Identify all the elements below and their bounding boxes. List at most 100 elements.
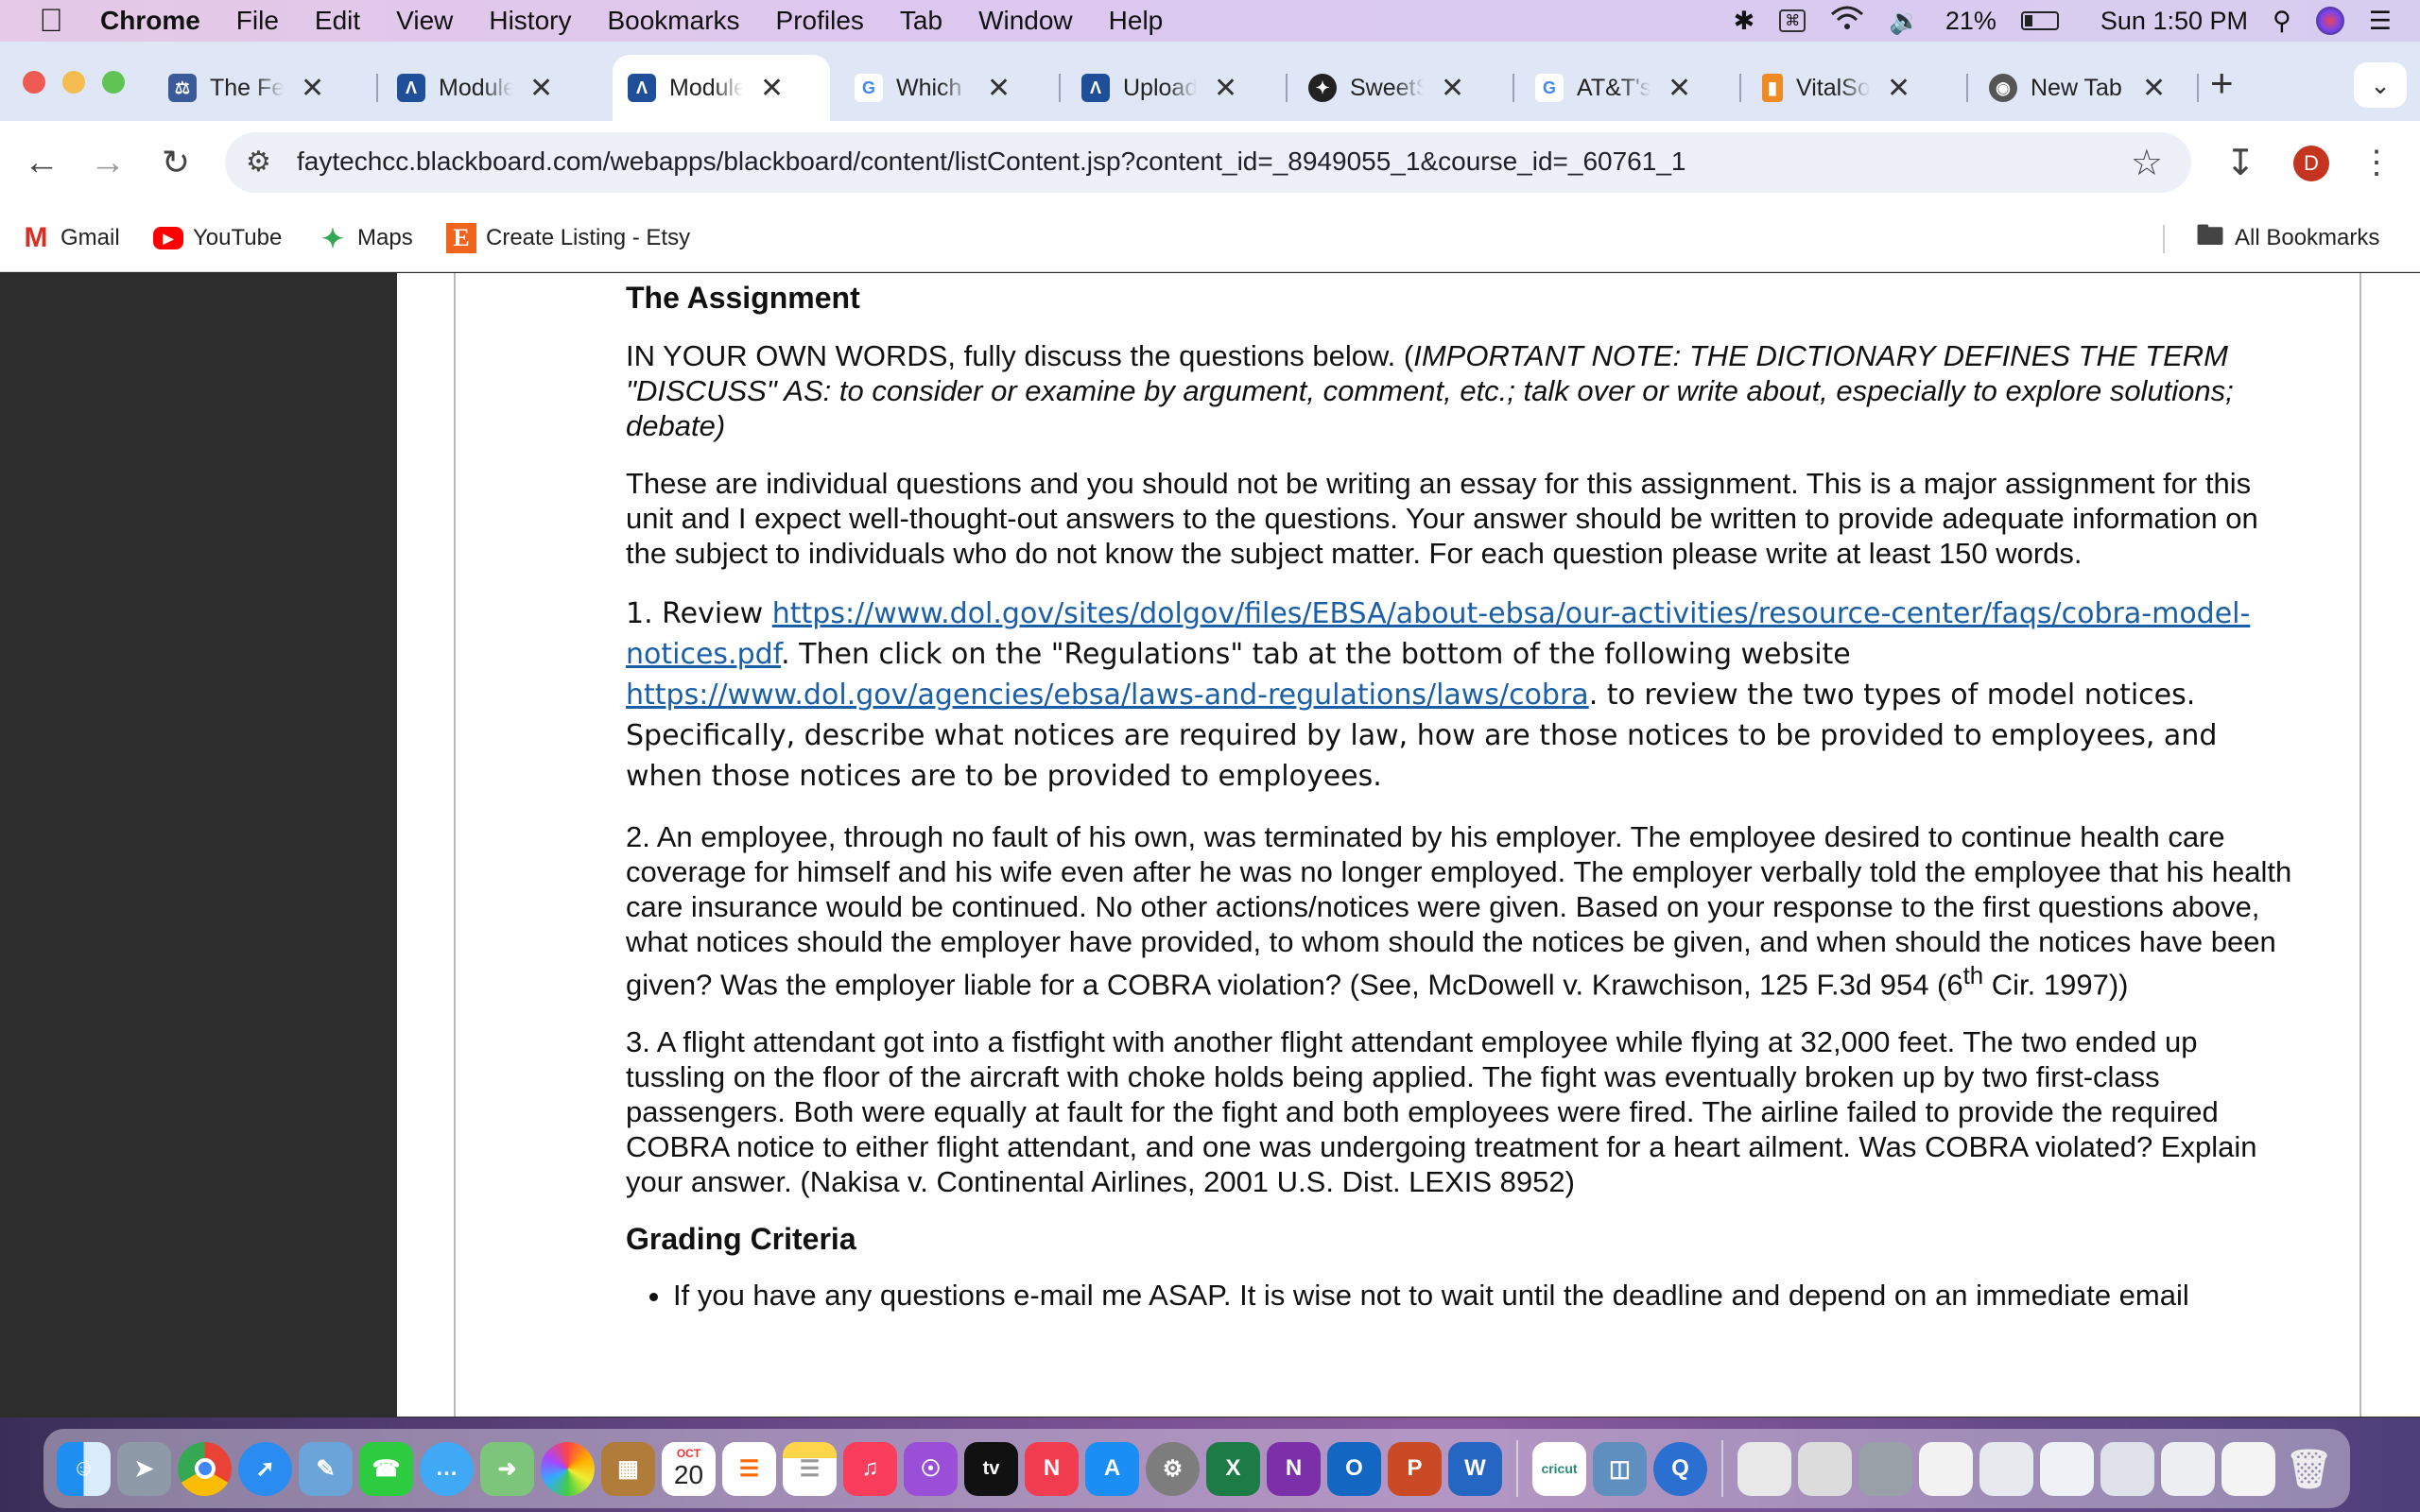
- back-arrow-icon[interactable]: ←: [17, 138, 66, 187]
- word-icon[interactable]: W: [1448, 1441, 1502, 1496]
- tab-upload[interactable]: Λ Upload A ✕: [1081, 55, 1237, 121]
- menu-app-chrome[interactable]: Chrome: [100, 6, 200, 36]
- tab-new-tab[interactable]: ◉ New Tab ✕: [1989, 55, 2166, 121]
- url-text[interactable]: faytechcc.blackboard.com/webapps/blackbo…: [297, 146, 1685, 177]
- bookmark-star-icon[interactable]: ☆: [2131, 142, 2163, 184]
- close-tab-icon[interactable]: ✕: [987, 72, 1011, 105]
- finder-icon[interactable]: ☺: [57, 1441, 111, 1496]
- maps-app-icon[interactable]: ➜: [480, 1441, 534, 1496]
- recent-file-icon[interactable]: [2221, 1441, 2275, 1496]
- zoom-window-button[interactable]: [102, 71, 125, 94]
- chrome-app-icon[interactable]: [178, 1441, 232, 1496]
- kebab-menu-icon[interactable]: ⋮: [2352, 138, 2401, 187]
- tab-federal[interactable]: ⚖ The Fede ✕: [168, 55, 324, 121]
- downloads-stack-icon[interactable]: [1737, 1441, 1791, 1496]
- system-settings-icon[interactable]: ⚙: [1146, 1441, 1200, 1496]
- recent-file-icon[interactable]: [1798, 1441, 1852, 1496]
- launchpad-icon[interactable]: ➤: [117, 1441, 171, 1496]
- minimize-window-button[interactable]: [62, 71, 85, 94]
- close-window-button[interactable]: [23, 71, 45, 94]
- menu-window[interactable]: Window: [978, 6, 1073, 36]
- facetime-icon[interactable]: ☎: [359, 1441, 413, 1496]
- menu-tab[interactable]: Tab: [900, 6, 942, 36]
- notebook-icon[interactable]: ▦: [601, 1441, 655, 1496]
- keyboard-icon[interactable]: ⌘: [1779, 9, 1806, 32]
- onenote-icon[interactable]: N: [1267, 1441, 1321, 1496]
- menu-view[interactable]: View: [396, 6, 453, 36]
- battery-icon[interactable]: [2020, 11, 2059, 30]
- tab-module-1[interactable]: Λ Module S ✕: [397, 55, 553, 121]
- calendar-icon[interactable]: OCT 20: [662, 1441, 716, 1496]
- tab-sweetstudy[interactable]: ✦ SweetSt ✕: [1308, 55, 1464, 121]
- quicktime-icon[interactable]: Q: [1653, 1441, 1707, 1496]
- close-tab-icon[interactable]: ✕: [2142, 72, 2166, 105]
- powerpoint-icon[interactable]: P: [1388, 1441, 1442, 1496]
- menu-file[interactable]: File: [236, 6, 279, 36]
- profile-avatar[interactable]: D: [2293, 146, 2329, 181]
- google-icon: G: [1535, 74, 1564, 102]
- recent-file-icon[interactable]: [2040, 1441, 2094, 1496]
- recent-file-icon[interactable]: [2161, 1441, 2215, 1496]
- close-tab-icon[interactable]: ✕: [301, 72, 324, 105]
- tab-module-active[interactable]: Λ Module S ✕: [613, 55, 830, 121]
- notes-icon[interactable]: ☰: [783, 1441, 837, 1496]
- messages-icon[interactable]: …: [420, 1441, 474, 1496]
- all-bookmarks-button[interactable]: 🖿 All Bookmarks: [2195, 220, 2379, 255]
- image-capture-icon[interactable]: ◫: [1593, 1441, 1647, 1496]
- control-center-icon[interactable]: ☰: [2369, 7, 2392, 36]
- wifi-icon[interactable]: [1830, 5, 1864, 38]
- dol-cobra-regulations-link[interactable]: https://www.dol.gov/agencies/ebsa/laws-a…: [626, 679, 1589, 712]
- podcasts-icon[interactable]: ☉: [904, 1441, 958, 1496]
- bookmark-etsy[interactable]: E Create Listing - Etsy: [446, 221, 690, 255]
- volume-icon[interactable]: 🔉: [1889, 6, 1921, 36]
- news-icon[interactable]: N: [1025, 1441, 1079, 1496]
- cricut-icon[interactable]: cricut: [1532, 1441, 1586, 1496]
- preview-icon[interactable]: ✎: [299, 1441, 353, 1496]
- reload-icon[interactable]: ↻: [151, 138, 200, 187]
- close-tab-icon[interactable]: ✕: [1887, 72, 1910, 105]
- menu-clock[interactable]: Sun 1:50 PM: [2100, 7, 2248, 36]
- apple-tv-icon[interactable]: tv: [964, 1441, 1018, 1496]
- recent-file-icon[interactable]: [2100, 1441, 2154, 1496]
- safari-icon[interactable]: ➚: [238, 1441, 292, 1496]
- tab-vitalsource[interactable]: ▮ VitalSou ✕: [1762, 55, 1910, 121]
- tab-separator: [1966, 74, 1968, 102]
- address-bar[interactable]: ⚙ faytechcc.blackboard.com/webapps/black…: [225, 132, 2191, 193]
- bookmark-gmail[interactable]: M Gmail: [21, 221, 120, 255]
- recent-file-icon[interactable]: [1858, 1441, 1912, 1496]
- photos-icon[interactable]: [541, 1441, 595, 1496]
- site-info-icon[interactable]: ⚙: [246, 146, 271, 179]
- recent-file-icon[interactable]: [1919, 1441, 1973, 1496]
- apple-icon[interactable]: : [25, 3, 78, 40]
- reminders-icon[interactable]: ☰: [722, 1441, 776, 1496]
- new-tab-plus-icon[interactable]: +: [2210, 60, 2234, 106]
- close-tab-icon[interactable]: ✕: [760, 72, 784, 105]
- tab-separator: [1512, 74, 1514, 102]
- bluetooth-icon[interactable]: ✱: [1734, 7, 1755, 36]
- outlook-icon[interactable]: O: [1327, 1441, 1381, 1496]
- trash-icon[interactable]: 🗑: [2282, 1442, 2336, 1496]
- menu-help[interactable]: Help: [1109, 6, 1164, 36]
- close-tab-icon[interactable]: ✕: [1214, 72, 1237, 105]
- music-icon[interactable]: ♫: [843, 1441, 897, 1496]
- menu-profiles[interactable]: Profiles: [776, 6, 864, 36]
- bookmark-youtube[interactable]: ▶ YouTube: [153, 221, 282, 255]
- excel-icon[interactable]: X: [1206, 1441, 1260, 1496]
- menu-bookmarks[interactable]: Bookmarks: [607, 6, 739, 36]
- grading-bullet: If you have any questions e-mail me ASAP…: [673, 1278, 2301, 1313]
- recent-file-icon[interactable]: [1979, 1441, 2033, 1496]
- forward-arrow-icon[interactable]: →: [83, 138, 132, 187]
- download-icon[interactable]: ↧: [2216, 138, 2265, 187]
- menu-edit[interactable]: Edit: [315, 6, 360, 36]
- tab-att[interactable]: G AT&T's s ✕: [1535, 55, 1691, 121]
- close-tab-icon[interactable]: ✕: [1441, 72, 1464, 105]
- close-tab-icon[interactable]: ✕: [1668, 72, 1691, 105]
- app-store-icon[interactable]: A: [1085, 1441, 1139, 1496]
- close-tab-icon[interactable]: ✕: [529, 72, 553, 105]
- siri-icon[interactable]: [2315, 7, 2344, 35]
- menu-history[interactable]: History: [489, 6, 571, 36]
- tab-which-of[interactable]: G Which of ✕: [855, 55, 1011, 121]
- spotlight-search-icon[interactable]: ⚲: [2273, 7, 2291, 36]
- bookmark-maps[interactable]: ✦ Maps: [318, 221, 412, 255]
- tab-search-chevron-icon[interactable]: ⌄: [2354, 62, 2407, 108]
